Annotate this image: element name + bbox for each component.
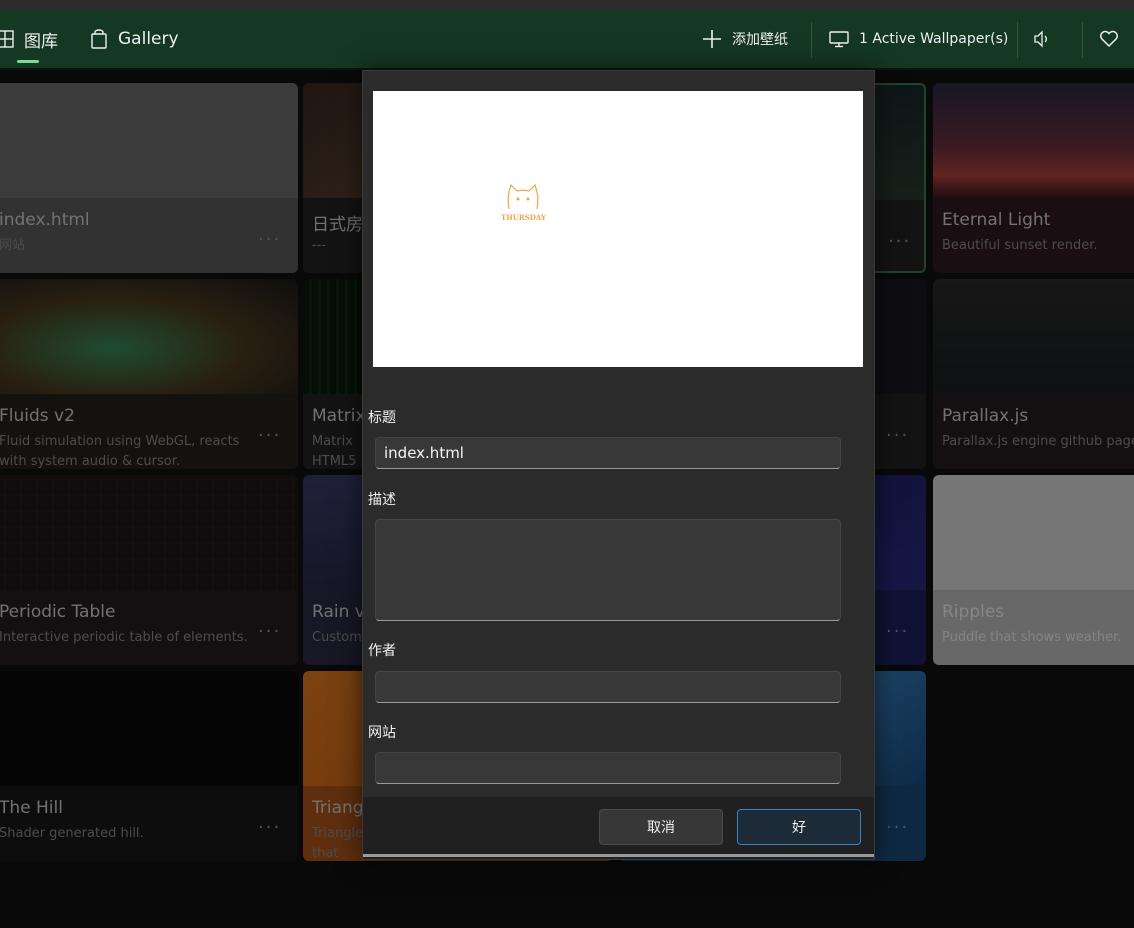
- description-input[interactable]: [375, 519, 841, 621]
- website-label: 网站: [368, 725, 396, 741]
- favorite-button[interactable]: [1099, 10, 1119, 68]
- add-wallpaper-button[interactable]: 添加壁纸: [702, 10, 788, 68]
- edit-wallpaper-dialog: THURSDAY 标题 描述 作者 网站 取消 好: [362, 70, 875, 860]
- volume-button[interactable]: [1033, 10, 1051, 68]
- wallpaper-preview: THURSDAY: [373, 91, 863, 367]
- description-label: 描述: [368, 492, 396, 508]
- grid-icon: [0, 30, 14, 48]
- cancel-button[interactable]: 取消: [599, 809, 723, 845]
- app-header: 图库 Gallery 添加壁纸 1 Active Wallpaper(s): [0, 10, 1134, 68]
- preview-logo-text: THURSDAY: [501, 213, 546, 222]
- nav-tab-label: 图库: [24, 31, 58, 52]
- speaker-icon: [1033, 30, 1051, 48]
- heart-icon: [1099, 30, 1119, 48]
- preview-logo: THURSDAY: [501, 181, 546, 222]
- title-input[interactable]: [375, 437, 841, 469]
- header-divider: [1017, 22, 1018, 58]
- author-input[interactable]: [375, 671, 841, 703]
- nav-tab-label: Gallery: [118, 29, 179, 49]
- author-label: 作者: [368, 643, 396, 659]
- ok-button[interactable]: 好: [737, 809, 861, 845]
- active-wallpapers-button[interactable]: 1 Active Wallpaper(s): [829, 10, 1008, 68]
- dialog-bottom-edge: [363, 854, 874, 857]
- active-tab-indicator: [17, 60, 39, 63]
- nav-tab-gallery[interactable]: Gallery: [90, 10, 179, 68]
- shopping-bag-icon: [90, 29, 108, 49]
- add-wallpaper-label: 添加壁纸: [732, 32, 788, 48]
- active-wallpapers-label: 1 Active Wallpaper(s): [859, 31, 1009, 47]
- dialog-footer: 取消 好: [363, 797, 874, 859]
- header-divider: [811, 22, 812, 58]
- cat-icon: [507, 183, 539, 210]
- plus-icon: [702, 29, 722, 49]
- window-top-strip: [0, 0, 1134, 10]
- header-divider: [1082, 22, 1083, 58]
- website-input[interactable]: [375, 752, 841, 784]
- monitor-icon: [829, 30, 849, 48]
- title-label: 标题: [368, 410, 396, 426]
